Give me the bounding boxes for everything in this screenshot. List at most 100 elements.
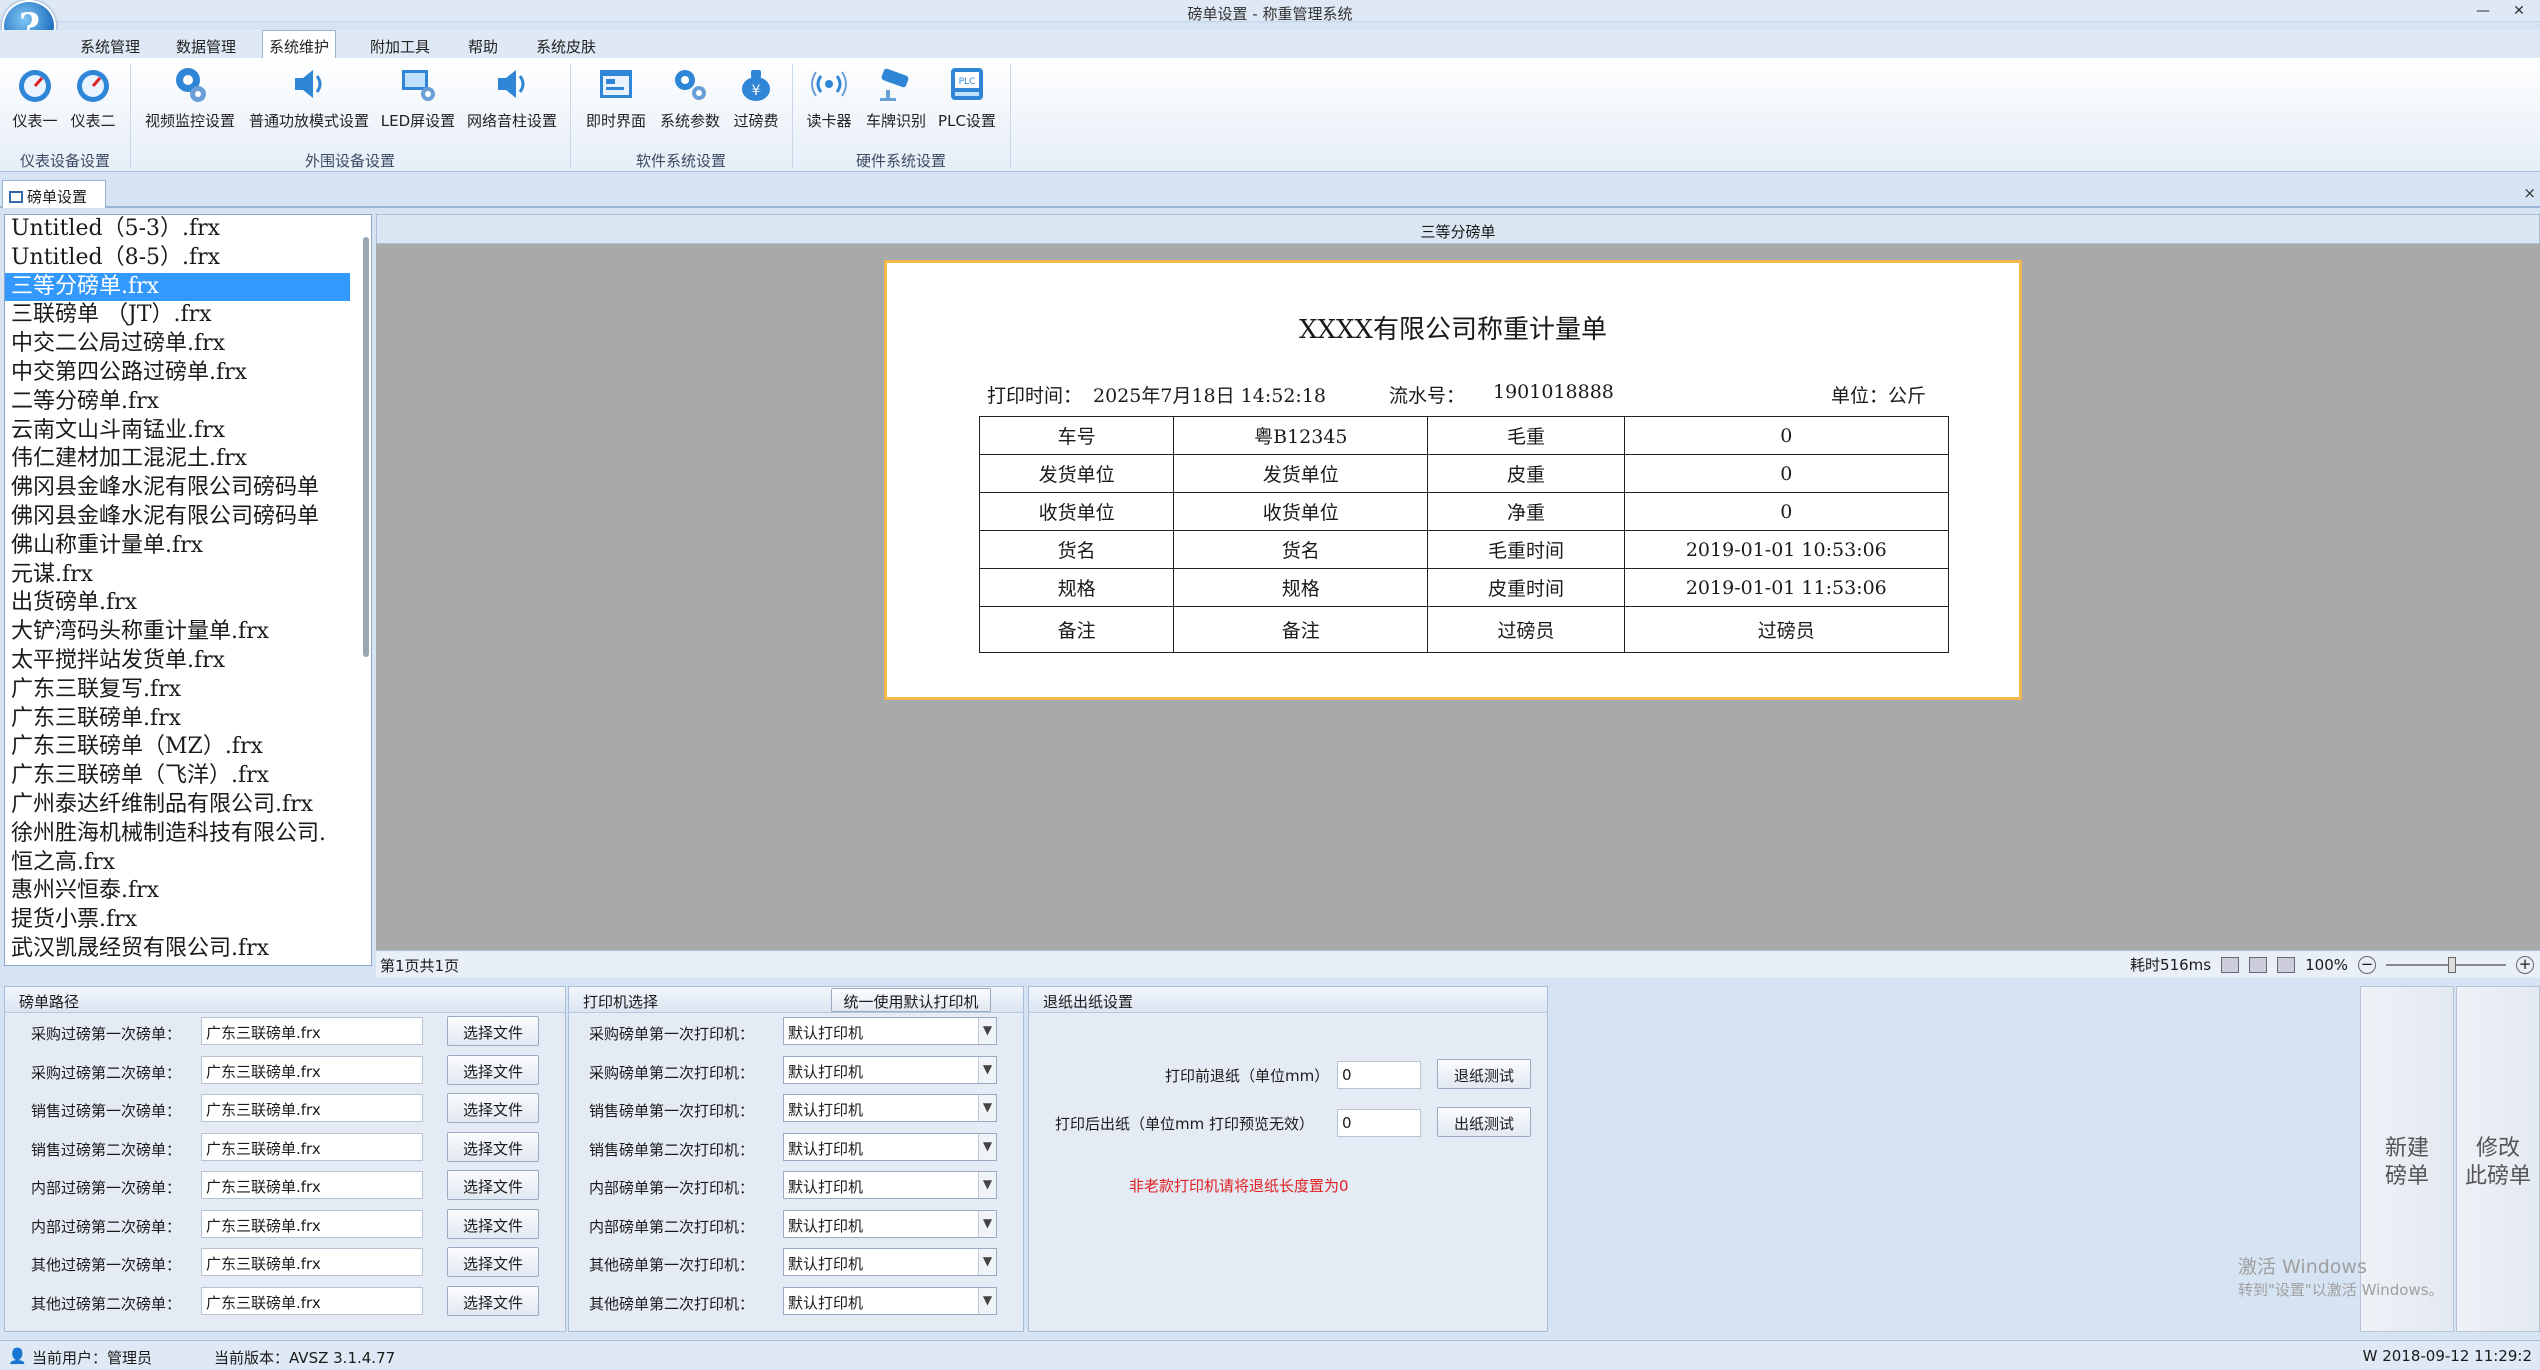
list-item[interactable]: 武汉凯晟经贸有限公司.frx — [5, 935, 350, 964]
tab-ticket-settings[interactable]: 磅单设置 — [2, 180, 106, 208]
chevron-down-icon[interactable]: ▼ — [978, 1287, 996, 1314]
zoom-slider-thumb[interactable] — [2448, 956, 2456, 973]
menu-data-manage[interactable]: 数据管理 — [170, 34, 242, 59]
list-item[interactable]: 提货小票.frx — [5, 906, 350, 935]
menu-addon-tools[interactable]: 附加工具 — [364, 34, 436, 59]
meter1-button[interactable]: 仪表一 — [8, 64, 62, 138]
retreat-test-button[interactable]: 退纸测试 — [1437, 1059, 1531, 1089]
plate-recognition-button[interactable]: 车牌识别 — [860, 64, 932, 138]
list-item[interactable]: 惠州兴恒泰.frx — [5, 877, 350, 906]
choose-file-button[interactable]: 选择文件 — [447, 1016, 539, 1046]
chevron-down-icon[interactable]: ▼ — [978, 1249, 996, 1275]
list-item[interactable]: Untitled（8-5）.frx — [5, 244, 350, 273]
feed-input[interactable]: 0 — [1337, 1109, 1421, 1137]
path-input[interactable]: 广东三联磅单.frx — [201, 1094, 423, 1122]
zoom-in-icon[interactable]: + — [2516, 955, 2534, 974]
zoom-slider[interactable] — [2386, 956, 2506, 973]
instant-view-button[interactable]: 即时界面 — [582, 64, 650, 138]
list-scrollbar[interactable] — [363, 237, 369, 657]
list-item[interactable]: 佛山称重计量单.frx — [5, 532, 350, 561]
list-item[interactable]: 太平搅拌站发货单.frx — [5, 647, 350, 676]
led-settings-button[interactable]: LED屏设置 — [380, 64, 456, 138]
list-item[interactable]: 大铲湾码头称重计量单.frx — [5, 618, 350, 647]
printer-select[interactable]: 默认打印机 ▼ — [783, 1171, 997, 1199]
amplifier-mode-button[interactable]: 普通功放模式设置 — [246, 64, 372, 138]
ticket-template-list[interactable]: Untitled（5-3）.frx Untitled（8-5）.frx 三等分磅单.… — [4, 214, 372, 966]
plc-settings-button[interactable]: PLC PLC设置 — [936, 64, 998, 138]
menu-skin[interactable]: 系统皮肤 — [530, 34, 602, 59]
zoom-out-icon[interactable]: − — [2358, 955, 2376, 974]
use-default-printer-button[interactable]: 统一使用默认打印机 — [831, 988, 991, 1012]
path-input[interactable]: 广东三联磅单.frx — [201, 1171, 423, 1199]
chevron-down-icon[interactable]: ▼ — [978, 1133, 996, 1160]
path-input[interactable]: 广东三联磅单.frx — [201, 1286, 423, 1315]
printer-select[interactable]: 默认打印机 ▼ — [783, 1286, 997, 1315]
choose-file-button[interactable]: 选择文件 — [447, 1208, 539, 1239]
list-item[interactable]: 广东三联磅单.frx — [5, 705, 350, 734]
path-input[interactable]: 广东三联磅单.frx — [201, 1055, 423, 1084]
list-item[interactable]: 广东三联磅单（飞洋）.frx — [5, 762, 350, 791]
choose-file-button[interactable]: 选择文件 — [447, 1247, 539, 1277]
list-item[interactable]: 广东三联磅单（MZ）.frx — [5, 733, 350, 762]
table-cell: 0 — [1623, 454, 1950, 493]
tab-close-button[interactable]: × — [2523, 184, 2536, 202]
chevron-down-icon[interactable]: ▼ — [978, 1210, 996, 1237]
menu-system-maintain[interactable]: 系统维护 — [262, 30, 337, 59]
list-item[interactable]: 三联磅单 （JT）.frx — [5, 301, 350, 330]
view-mode-2-icon[interactable] — [2249, 956, 2268, 973]
system-params-button[interactable]: 系统参数 — [656, 64, 724, 138]
list-item[interactable]: Untitled（5-3）.frx — [5, 215, 350, 244]
choose-file-button[interactable]: 选择文件 — [447, 1285, 539, 1316]
choose-file-button[interactable]: 选择文件 — [447, 1170, 539, 1200]
printer-select[interactable]: 默认打印机 ▼ — [783, 1017, 997, 1045]
path-input[interactable]: 广东三联磅单.frx — [201, 1017, 423, 1045]
printer-select[interactable]: 默认打印机 ▼ — [783, 1094, 997, 1122]
minimize-button[interactable]: — — [2470, 0, 2496, 22]
network-speaker-button[interactable]: 网络音柱设置 — [464, 64, 560, 138]
feed-label: 打印后出纸（单位mm 打印预览无效） — [1055, 1115, 1314, 1133]
path-input[interactable]: 广东三联磅单.frx — [201, 1209, 423, 1238]
printer-select[interactable]: 默认打印机 ▼ — [783, 1248, 997, 1276]
card-reader-button[interactable]: 读卡器 — [802, 64, 856, 138]
list-item[interactable]: 出货磅单.frx — [5, 589, 350, 618]
list-item[interactable]: 中交第四公路过磅单.frx — [5, 359, 350, 388]
chevron-down-icon[interactable]: ▼ — [978, 1095, 996, 1121]
retreat-input[interactable]: 0 — [1337, 1061, 1421, 1089]
edit-ticket-button[interactable]: 修改 此磅单 — [2456, 986, 2540, 1332]
chevron-down-icon[interactable]: ▼ — [978, 1172, 996, 1198]
list-item[interactable]: 中交二公局过磅单.frx — [5, 330, 350, 359]
view-mode-1-icon[interactable] — [2221, 956, 2240, 973]
chevron-down-icon[interactable]: ▼ — [978, 1056, 996, 1083]
meter2-button[interactable]: 仪表二 — [66, 64, 120, 138]
menu-system-manage[interactable]: 系统管理 — [74, 34, 146, 59]
list-item[interactable]: 广东三联复写.frx — [5, 676, 350, 705]
list-item[interactable]: 三等分磅单.frx — [5, 272, 350, 302]
chevron-down-icon[interactable]: ▼ — [978, 1018, 996, 1044]
list-item[interactable]: 恒之高.frx — [5, 849, 350, 878]
list-item[interactable]: 云南文山斗南锰业.frx — [5, 417, 350, 446]
printer-select[interactable]: 默认打印机 ▼ — [783, 1132, 997, 1161]
path-input[interactable]: 广东三联磅单.frx — [201, 1248, 423, 1276]
printer-select[interactable]: 默认打印机 ▼ — [783, 1055, 997, 1084]
user-icon: 👤 — [8, 1347, 27, 1365]
choose-file-button[interactable]: 选择文件 — [447, 1131, 539, 1162]
list-item[interactable]: 佛冈县金峰水泥有限公司磅码单 — [5, 503, 350, 532]
list-item[interactable]: 元谋.frx — [5, 561, 350, 590]
menu-help[interactable]: 帮助 — [462, 34, 504, 59]
choose-file-button[interactable]: 选择文件 — [447, 1093, 539, 1123]
weighing-fee-button[interactable]: ¥ 过磅费 — [730, 64, 782, 138]
list-item[interactable]: 二等分磅单.frx — [5, 388, 350, 417]
list-item[interactable]: 徐州胜海机械制造科技有限公司. — [5, 820, 350, 849]
zoom-level: 100% — [2305, 955, 2348, 974]
path-input[interactable]: 广东三联磅单.frx — [201, 1132, 423, 1161]
close-button[interactable]: ✕ — [2506, 0, 2532, 22]
printer-select[interactable]: 默认打印机 ▼ — [783, 1209, 997, 1238]
path-label: 销售过磅第二次磅单： — [31, 1140, 182, 1159]
feed-test-button[interactable]: 出纸测试 — [1437, 1107, 1531, 1137]
list-item[interactable]: 伟仁建材加工混泥土.frx — [5, 445, 350, 474]
video-monitor-settings-button[interactable]: 视频监控设置 — [142, 64, 238, 138]
list-item[interactable]: 佛冈县金峰水泥有限公司磅码单 — [5, 474, 350, 503]
list-item[interactable]: 广州泰达纤维制品有限公司.frx — [5, 791, 350, 820]
view-mode-3-icon[interactable] — [2277, 956, 2296, 973]
choose-file-button[interactable]: 选择文件 — [447, 1054, 539, 1085]
